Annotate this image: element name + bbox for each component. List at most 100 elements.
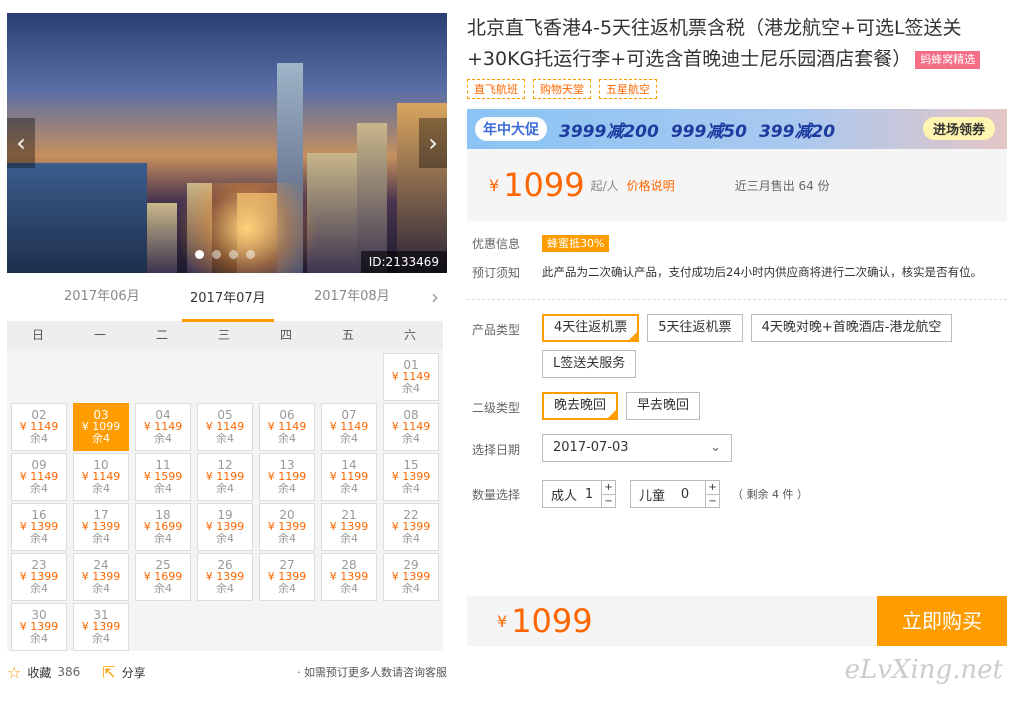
calendar-day[interactable]: 31 ¥ 1399 余4 <box>73 603 129 651</box>
price-amount: 1099 <box>503 166 585 204</box>
calendar-day-remain: 余4 <box>154 532 172 545</box>
option-product-type[interactable]: 4天往返机票 <box>542 314 640 342</box>
product-title-text: 北京直飞香港4-5天往返机票含税（港龙航空+可选L签送关+30KG托运行李+可选… <box>467 17 962 70</box>
watermark: eLvXing.net <box>844 655 1003 685</box>
calendar-day[interactable]: 23 ¥ 1399 余4 <box>11 553 67 601</box>
calendar-day[interactable]: 11 ¥ 1599 余4 <box>135 453 191 501</box>
calendar-day-remain: 余4 <box>402 582 420 595</box>
calendar-day[interactable]: 08 ¥ 1149 余4 <box>383 403 439 451</box>
calendar-day-remain: 余4 <box>30 582 48 595</box>
option-sub-type[interactable]: 晚去晚回 <box>542 392 619 420</box>
calendar-day[interactable]: 15 ¥ 1399 余4 <box>383 453 439 501</box>
adult-increment-button[interactable]: + <box>602 481 616 495</box>
divider <box>467 299 1007 300</box>
product-type-label: 产品类型 <box>472 323 521 337</box>
next-image-button[interactable]: › <box>419 118 447 168</box>
calendar-day[interactable]: 01 ¥ 1149 余4 <box>383 353 439 401</box>
option-product-type[interactable]: 5天往返机票 <box>647 314 743 342</box>
star-icon[interactable]: ☆ <box>7 663 21 682</box>
tab-month-next[interactable]: 2017年08月 <box>314 273 390 321</box>
option-product-type[interactable]: L签送关服务 <box>542 350 637 378</box>
tab-month-prev[interactable]: 2017年06月 <box>64 273 140 321</box>
calendar-day[interactable]: 10 ¥ 1149 余4 <box>73 453 129 501</box>
calendar-day[interactable]: 20 ¥ 1399 余4 <box>259 503 315 551</box>
calendar-day-remain: 余4 <box>216 432 234 445</box>
favorite-count: 386 <box>57 665 81 679</box>
city-lights <box>157 183 337 273</box>
calendar-day-remain: 余4 <box>340 482 358 495</box>
adult-stepper[interactable]: 成人 1 + − <box>542 480 617 508</box>
calendar-day-remain: 余4 <box>30 632 48 645</box>
calendar-day[interactable]: 09 ¥ 1149 余4 <box>11 453 67 501</box>
bottom-actions: ☆ 收藏 386 ⇱ 分享 · 如需预订更多人数请咨询客服 <box>7 660 447 684</box>
child-stepper[interactable]: 儿童 0 + − <box>630 480 721 508</box>
price-explain-link[interactable]: 价格说明 <box>627 177 675 194</box>
carousel-dot[interactable] <box>212 250 221 259</box>
calendar-day[interactable]: 29 ¥ 1399 余4 <box>383 553 439 601</box>
option-sub-type[interactable]: 早去晚回 <box>626 392 701 420</box>
promo-deal: 399减20 <box>758 121 836 142</box>
calendar-empty-cell <box>133 353 191 399</box>
calendar-day-remain: 余4 <box>30 532 48 545</box>
calendar-day[interactable]: 21 ¥ 1399 余4 <box>321 503 377 551</box>
calendar-day[interactable]: 05 ¥ 1149 余4 <box>197 403 253 451</box>
adult-count[interactable]: 1 <box>577 487 601 502</box>
share-label[interactable]: 分享 <box>122 664 146 681</box>
chevron-down-icon: ⌄ <box>710 440 721 455</box>
sub-type-label: 二级类型 <box>472 401 521 415</box>
promo-tag: 年中大促 <box>475 117 547 141</box>
product-type-row: 产品类型 4天往返机票 5天往返机票 4天晚对晚+首晚酒店-港龙航空 L签送关服… <box>467 314 1007 378</box>
carousel-dot[interactable] <box>229 250 238 259</box>
sub-type-options: 晚去晚回 早去晚回 <box>542 392 1002 420</box>
calendar-day-remain: 余4 <box>30 482 48 495</box>
calendar-day[interactable]: 18 ¥ 1699 余4 <box>135 503 191 551</box>
share-icon[interactable]: ⇱ <box>102 663 115 682</box>
remaining-stock: （ 剩余 4 件 ） <box>732 488 809 501</box>
currency-symbol: ¥ <box>489 175 500 195</box>
chevron-right-icon[interactable]: › <box>431 285 439 309</box>
child-count[interactable]: 0 <box>665 487 705 502</box>
discount-row: 优惠信息 蜂蜜抵30% <box>467 235 1007 252</box>
calendar-day[interactable]: 06 ¥ 1149 余4 <box>259 403 315 451</box>
calendar-day[interactable]: 25 ¥ 1699 余4 <box>135 553 191 601</box>
calendar-day-remain: 余4 <box>278 582 296 595</box>
calendar-day[interactable]: 13 ¥ 1199 余4 <box>259 453 315 501</box>
get-coupon-button[interactable]: 进场领券 <box>922 117 995 140</box>
month-tabs: 2017年06月 2017年07月 2017年08月 › <box>7 273 447 322</box>
calendar-day[interactable]: 26 ¥ 1399 余4 <box>197 553 253 601</box>
right-panel: 北京直飞香港4-5天往返机票含税（港龙航空+可选L签送关+30KG托运行李+可选… <box>467 13 1007 646</box>
calendar-day[interactable]: 07 ¥ 1149 余4 <box>321 403 377 451</box>
calendar-day[interactable]: 12 ¥ 1199 余4 <box>197 453 253 501</box>
calendar-day[interactable]: 30 ¥ 1399 余4 <box>11 603 67 651</box>
calendar-day[interactable]: 14 ¥ 1199 余4 <box>321 453 377 501</box>
option-product-type[interactable]: 4天晚对晚+首晚酒店-港龙航空 <box>750 314 953 342</box>
calendar-day[interactable]: 02 ¥ 1149 余4 <box>11 403 67 451</box>
calendar-day-remain: 余4 <box>216 482 234 495</box>
favorite-label[interactable]: 收藏 <box>27 664 51 681</box>
calendar-day[interactable]: 24 ¥ 1399 余4 <box>73 553 129 601</box>
child-decrement-button[interactable]: − <box>706 495 719 508</box>
calendar-day-remain: 余4 <box>340 532 358 545</box>
calendar-day[interactable]: 28 ¥ 1399 余4 <box>321 553 377 601</box>
prev-image-button[interactable]: ‹ <box>7 118 35 168</box>
carousel-dot[interactable] <box>246 250 255 259</box>
date-select[interactable]: 2017-07-03 ⌄ <box>542 434 732 462</box>
buy-now-button[interactable]: 立即购买 <box>877 596 1007 646</box>
calendar-day[interactable]: 17 ¥ 1399 余4 <box>73 503 129 551</box>
calendar-day[interactable]: 16 ¥ 1399 余4 <box>11 503 67 551</box>
buy-bar: ¥ 1099 立即购买 <box>467 596 1007 646</box>
promo-banner[interactable]: 年中大促 3999减200 999减50 399减20 进场领券 <box>467 109 1007 149</box>
promo-deal: 3999减200 <box>559 121 659 142</box>
calendar-day[interactable]: 27 ¥ 1399 余4 <box>259 553 315 601</box>
tab-month-current[interactable]: 2017年07月 <box>182 282 274 322</box>
calendar-day[interactable]: 03 ¥ 1099 余4 <box>73 403 129 451</box>
child-increment-button[interactable]: + <box>706 481 720 495</box>
hero-gallery[interactable]: ‹ › ID:2133469 <box>7 13 447 273</box>
calendar-day[interactable]: 22 ¥ 1399 余4 <box>383 503 439 551</box>
calendar-day[interactable]: 19 ¥ 1399 余4 <box>197 503 253 551</box>
feature-tag: 直飞航班 <box>467 79 525 99</box>
adult-decrement-button[interactable]: − <box>602 495 615 508</box>
calendar-day[interactable]: 04 ¥ 1149 余4 <box>135 403 191 451</box>
carousel-dot[interactable] <box>195 250 204 259</box>
calendar-day-remain: 余4 <box>92 532 110 545</box>
